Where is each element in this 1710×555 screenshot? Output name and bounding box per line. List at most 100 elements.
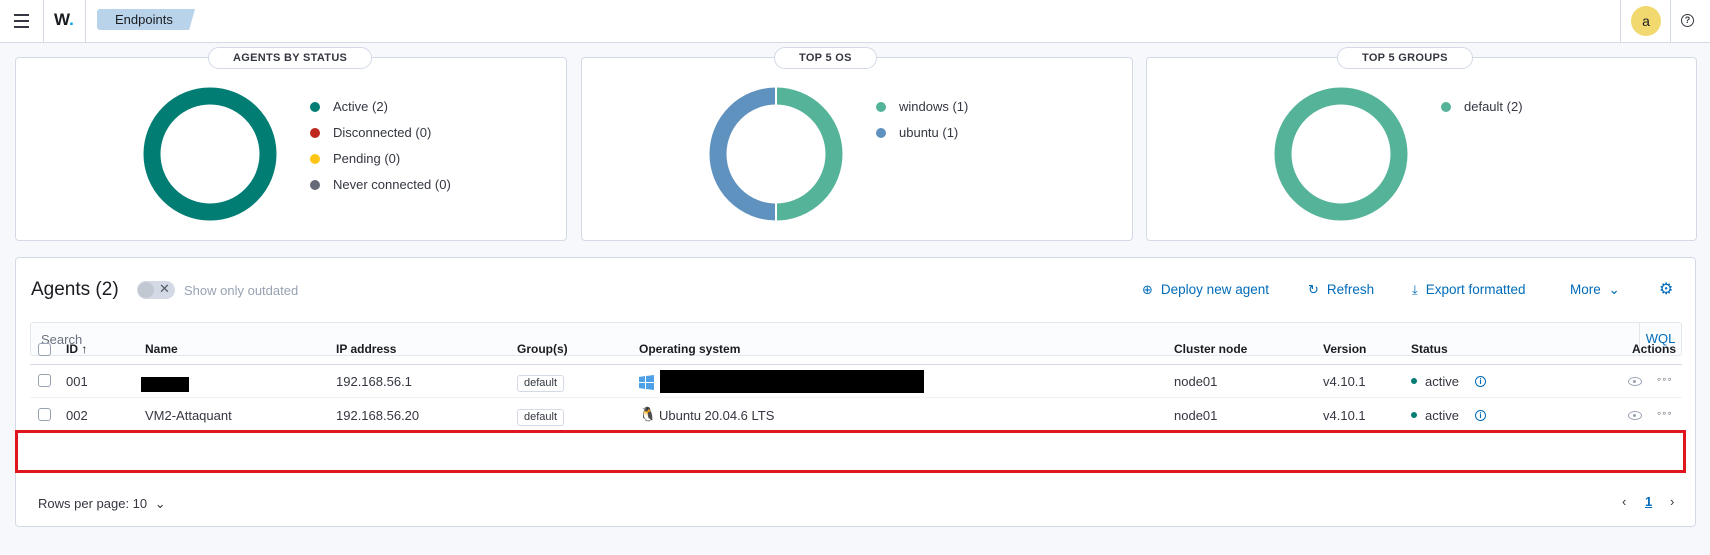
hamburger-menu-icon[interactable]	[12, 11, 32, 31]
groups-donut-chart	[1274, 87, 1408, 221]
donut-segment-default	[1274, 87, 1408, 221]
windows-icon	[639, 375, 654, 390]
donut-segment-ubuntu	[709, 87, 777, 221]
divider	[1670, 0, 1671, 43]
column-header-status[interactable]: Status	[1411, 342, 1448, 356]
group-badge[interactable]: default	[517, 375, 565, 392]
agent-version: v4.10.1	[1323, 408, 1366, 423]
close-icon: ✕	[159, 281, 170, 296]
column-header-actions: Actions	[1632, 342, 1677, 356]
os-donut-chart	[709, 86, 843, 222]
deploy-new-agent-button[interactable]: ⊕ Deploy new agent	[1142, 282, 1269, 298]
column-header-name[interactable]: Name	[145, 342, 178, 356]
toggle-knob	[138, 282, 154, 298]
divider	[85, 0, 86, 43]
plus-circle-icon: ⊕	[1142, 282, 1153, 297]
agent-id: 002	[66, 408, 88, 423]
show-outdated-label: Show only outdated	[184, 283, 299, 298]
agent-ip: 192.168.56.20	[336, 408, 420, 423]
column-header-groups[interactable]: Group(s)	[517, 342, 568, 356]
legend-item-active[interactable]: Active (2)	[310, 94, 451, 120]
eye-icon[interactable]	[1628, 411, 1642, 420]
legend-dot	[876, 128, 886, 138]
agents-title: Agents (2)	[31, 279, 119, 300]
info-icon[interactable]: i	[1475, 410, 1486, 421]
top-bar: W. Endpoints a ?	[0, 0, 1710, 43]
legend-item-windows[interactable]: windows (1)	[876, 94, 968, 120]
agents-table-card: Agents (2) ✕ Show only outdated ⊕ Deploy …	[15, 257, 1696, 527]
status-legend: Active (2) Disconnected (0) Pending (0) …	[310, 94, 451, 198]
header-divider	[30, 364, 1682, 365]
top-groups-panel: TOP 5 GROUPS default (2)	[1146, 47, 1697, 241]
top-os-panel: TOP 5 OS windows (1) ubuntu (1)	[581, 47, 1133, 241]
legend-item-never-connected[interactable]: Never connected (0)	[310, 172, 451, 198]
row-divider	[30, 397, 1682, 398]
eye-icon[interactable]	[1628, 377, 1642, 386]
chevron-down-icon: ⌄	[154, 496, 166, 511]
status-dot	[1411, 378, 1417, 384]
legend-item-disconnected[interactable]: Disconnected (0)	[310, 120, 451, 146]
donut-segment-active	[143, 87, 277, 221]
agent-ip: 192.168.56.1	[336, 374, 412, 389]
show-outdated-toggle[interactable]: ✕	[137, 281, 175, 299]
arrow-up-icon: ↑	[81, 342, 88, 356]
chevron-down-icon: ⌄	[1608, 282, 1620, 297]
next-page-icon[interactable]: ›	[1670, 494, 1674, 509]
export-formatted-button[interactable]: ⤓ Export formatted	[1412, 282, 1526, 298]
linux-icon: 🐧	[639, 406, 657, 422]
agent-status: active	[1411, 408, 1459, 423]
legend-dot	[310, 128, 320, 138]
groups-legend: default (2)	[1441, 94, 1523, 120]
legend-item-pending[interactable]: Pending (0)	[310, 146, 451, 172]
select-all-checkbox[interactable]	[38, 343, 51, 356]
legend-dot	[310, 180, 320, 190]
legend-dot	[876, 102, 886, 112]
refresh-button[interactable]: ↻ Refresh	[1308, 282, 1374, 298]
agent-os: Ubuntu 20.04.6 LTS	[659, 408, 775, 423]
panel-title: TOP 5 OS	[774, 47, 877, 69]
legend-dot	[310, 102, 320, 112]
legend-item-default[interactable]: default (2)	[1441, 94, 1523, 120]
row-checkbox[interactable]	[38, 408, 51, 421]
column-header-os[interactable]: Operating system	[639, 342, 740, 356]
status-donut-chart	[143, 87, 277, 221]
redacted-os	[660, 370, 924, 393]
os-legend: windows (1) ubuntu (1)	[876, 94, 968, 146]
user-avatar[interactable]: a	[1631, 6, 1661, 36]
agent-version: v4.10.1	[1323, 374, 1366, 389]
row-checkbox[interactable]	[38, 374, 51, 387]
column-header-ip[interactable]: IP address	[336, 342, 396, 356]
agent-name[interactable]: VM2-Attaquant	[145, 408, 232, 423]
info-icon[interactable]: i	[1475, 376, 1486, 387]
divider	[43, 0, 44, 43]
status-dot	[1411, 412, 1417, 418]
column-header-id[interactable]: ID ↑	[66, 342, 87, 356]
agent-cluster-node: node01	[1174, 408, 1218, 423]
agent-id: 001	[66, 374, 88, 389]
rows-per-page-selector[interactable]: Rows per page: 10 ⌄	[38, 496, 166, 512]
help-icon[interactable]: ?	[1681, 14, 1694, 27]
more-actions-icon[interactable]: ◦◦◦	[1657, 372, 1673, 386]
legend-dot	[310, 154, 320, 164]
breadcrumb-endpoints[interactable]: Endpoints	[97, 9, 195, 30]
agent-cluster-node: node01	[1174, 374, 1218, 389]
download-icon: ⤓	[1412, 282, 1418, 297]
more-button[interactable]: More ⌄	[1570, 282, 1620, 298]
search-input[interactable]	[31, 323, 1641, 355]
agents-by-status-panel: AGENTS BY STATUS Active (2) Disconnected…	[15, 47, 567, 241]
column-header-cluster-node[interactable]: Cluster node	[1174, 342, 1247, 356]
refresh-icon: ↻	[1308, 282, 1319, 297]
page-number[interactable]: 1	[1645, 494, 1652, 509]
legend-item-ubuntu[interactable]: ubuntu (1)	[876, 120, 968, 146]
previous-page-icon[interactable]: ‹	[1622, 494, 1626, 509]
agent-status: active	[1411, 374, 1459, 389]
highlight-box	[15, 430, 1686, 473]
settings-gear-icon[interactable]: ⚙	[1659, 279, 1673, 299]
column-header-version[interactable]: Version	[1323, 342, 1366, 356]
group-badge[interactable]: default	[517, 409, 565, 426]
panel-title: TOP 5 GROUPS	[1337, 47, 1473, 69]
divider	[1620, 0, 1621, 43]
donut-segment-windows	[775, 87, 843, 221]
more-actions-icon[interactable]: ◦◦◦	[1657, 406, 1673, 420]
wazuh-logo[interactable]: W.	[54, 10, 74, 30]
